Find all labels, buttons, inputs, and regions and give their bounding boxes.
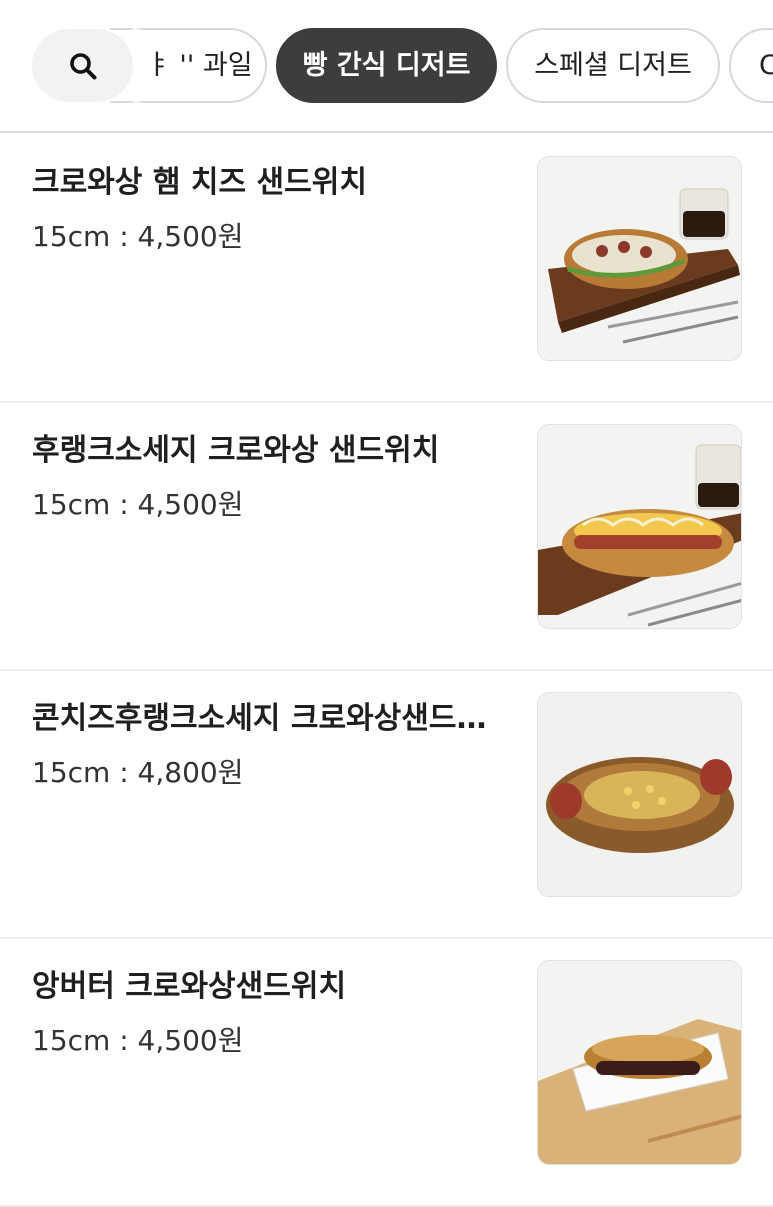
menu-item-photo [537,424,742,629]
chip-fade [133,28,143,103]
menu-item-photo [537,692,742,897]
menu-item-photo [537,960,742,1165]
menu-list: 크로와상 햄 치즈 샌드위치 15cm : 4,500원 후랭크소세지 크로와상… [0,135,773,1207]
search-icon [69,52,96,79]
category-chip-bread-snack-dessert[interactable]: 빵 간식 디저트 [276,28,497,103]
menu-item-photo [537,156,742,361]
menu-item-name: 앙버터 크로와상샌드위치 [32,969,347,1004]
category-chip-special-dessert[interactable]: 스페셜 디저트 [506,28,720,103]
menu-item[interactable]: 앙버터 크로와상샌드위치 15cm : 4,500원 [0,939,773,1207]
menu-item[interactable]: 후랭크소세지 크로와상 샌드위치 15cm : 4,500원 [0,403,773,671]
menu-item-price: 15cm : 4,500원 [32,220,244,253]
menu-item[interactable]: 크로와상 햄 치즈 샌드위치 15cm : 4,500원 [0,135,773,403]
menu-item-price: 15cm : 4,500원 [32,1024,244,1057]
menu-item[interactable]: 콘치즈후랭크소세지 크로와상샌드위치 15cm : 4,800원 [0,671,773,939]
category-bar: ㅑ '' 과일 빵 간식 디저트 스페셜 디저트 C [0,0,773,133]
search-button[interactable] [32,29,133,102]
menu-item-name: 크로와상 햄 치즈 샌드위치 [32,165,367,200]
category-chip-next[interactable]: C [729,28,773,103]
menu-item-price: 15cm : 4,800원 [32,756,244,789]
menu-item-name: 콘치즈후랭크소세지 크로와상샌드위치 [32,701,502,736]
menu-item-price: 15cm : 4,500원 [32,488,244,521]
menu-item-name: 후랭크소세지 크로와상 샌드위치 [32,433,440,468]
